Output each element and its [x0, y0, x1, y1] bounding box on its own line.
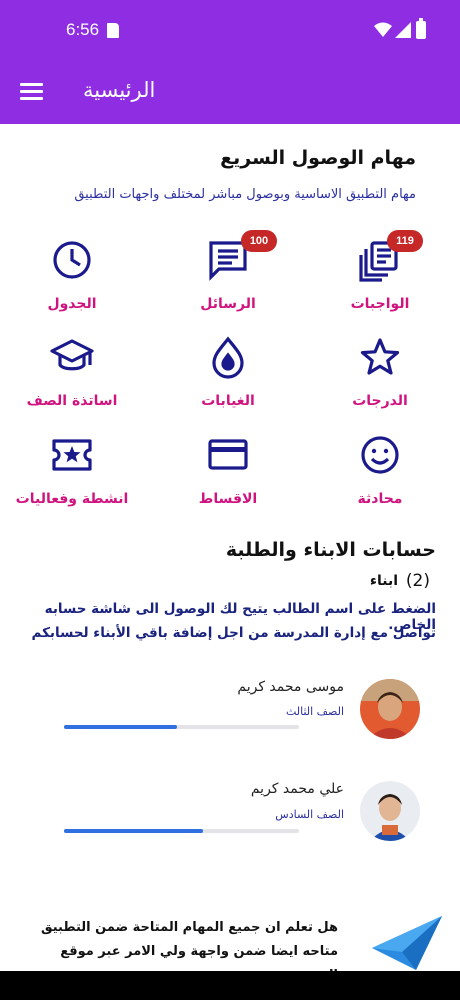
wifi-icon [374, 22, 392, 37]
absence-drop-icon [212, 336, 244, 379]
smiley-icon [361, 436, 399, 474]
student-progress-fill [64, 725, 177, 729]
promo-line-2: متاحه ايضا ضمن واجهة ولي الامر عبر موقع [60, 944, 338, 959]
avatar [360, 679, 420, 739]
system-nav-bar [0, 971, 460, 1000]
chat-button[interactable]: محادثة [315, 433, 445, 525]
homework-label: الواجبات [350, 296, 410, 312]
student-name: موسى محمد كريم [237, 679, 344, 695]
star-icon [360, 338, 400, 375]
kids-count-label: ابناء [369, 573, 398, 589]
status-bar: 6:56 [0, 0, 460, 62]
app-bar: الرئيسية [0, 62, 460, 124]
student-progress-bar [64, 725, 299, 729]
grades-label: الدرجات [352, 393, 408, 409]
absences-button[interactable]: الغيابات [163, 335, 293, 427]
activities-button[interactable]: انشطة وفعاليات [7, 433, 137, 525]
student-row[interactable]: علي محمد كريم الصف السادس [0, 777, 460, 857]
chat-label: محادثة [357, 491, 403, 507]
student-row[interactable]: موسى محمد كريم الصف الثالث [0, 675, 460, 755]
paper-plane-icon [372, 916, 442, 970]
schedule-button[interactable]: الجدول [7, 238, 137, 330]
kids-count: (2) [405, 571, 430, 591]
status-time: 6:56 [66, 20, 100, 39]
page-title: الرئيسية [83, 78, 156, 102]
menu-icon[interactable] [20, 81, 44, 105]
quick-access-title: مهام الوصول السريع [220, 147, 416, 169]
kids-section-title: حسابات الابناء والطلبة [225, 539, 436, 561]
messages-label: الرسائل [200, 296, 256, 312]
promo-line-1: هل تعلم ان جميع المهام المتاحة ضمن التطب… [41, 920, 338, 935]
activities-label: انشطة وفعاليات [15, 491, 129, 507]
schedule-clock-icon [53, 241, 91, 279]
grades-button[interactable]: الدرجات [315, 335, 445, 427]
sim-card-icon [107, 23, 119, 38]
student-progress-bar [64, 829, 299, 833]
student-grade: الصف السادس [275, 808, 344, 821]
teachers-button[interactable]: اساتذة الصف [7, 335, 137, 427]
absences-label: الغيابات [201, 393, 255, 409]
messages-button[interactable]: 100 الرسائل [163, 230, 293, 330]
avatar [360, 781, 420, 841]
teachers-label: اساتذة الصف [26, 393, 118, 409]
messages-badge: 100 [241, 230, 277, 252]
graduation-cap-icon [50, 339, 94, 371]
ticket-star-icon [52, 439, 92, 471]
student-name: علي محمد كريم [250, 781, 344, 797]
homework-badge: 119 [387, 230, 423, 252]
signal-icon [395, 22, 411, 38]
installments-button[interactable]: الاقساط [163, 433, 293, 525]
installments-label: الاقساط [198, 491, 258, 507]
kids-info-line-2: تواصل مع إدارة المدرسة من اجل إضافة باقي… [31, 625, 437, 641]
student-grade: الصف الثالث [285, 705, 344, 718]
quick-access-subtitle: مهام التطبيق الاساسية وبوصول مباشر لمختل… [74, 187, 416, 202]
schedule-label: الجدول [47, 296, 97, 312]
credit-card-icon [208, 439, 248, 470]
battery-icon [416, 18, 426, 39]
homework-button[interactable]: 119 الواجبات [315, 230, 445, 330]
student-progress-fill [64, 829, 203, 833]
